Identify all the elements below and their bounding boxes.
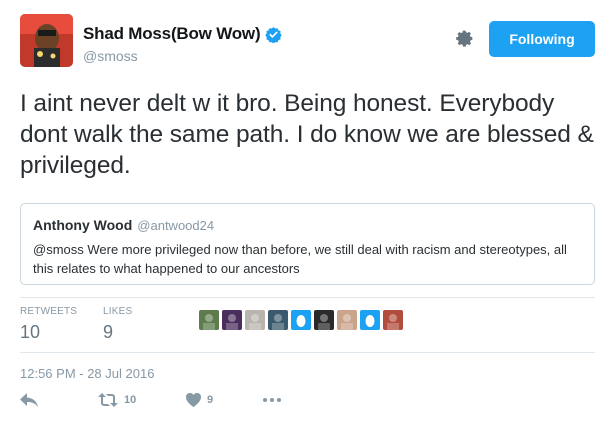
quoted-tweet[interactable]: Anthony Wood @antwood24 @smoss Were more… xyxy=(20,203,595,285)
quoted-tweet-name: Anthony Wood xyxy=(33,217,133,233)
reply-button[interactable] xyxy=(20,393,98,407)
retweets-label: RETWEETS xyxy=(20,306,78,317)
retweets-value: 10 xyxy=(20,322,41,342)
display-name[interactable]: Shad Moss(Bow Wow) xyxy=(83,24,261,44)
heart-icon xyxy=(186,393,201,407)
retweet-icon xyxy=(98,393,118,407)
tweet-text: I aint never delt w it bro. Being honest… xyxy=(20,90,594,179)
liker-avatar-4[interactable] xyxy=(268,310,288,330)
liker-avatar-3[interactable] xyxy=(245,310,265,330)
reply-icon xyxy=(20,393,38,407)
gear-icon[interactable] xyxy=(455,29,475,49)
user-handle[interactable]: @smoss xyxy=(83,48,138,64)
tweet-timestamp[interactable]: 12:56 PM - 28 Jul 2016 xyxy=(20,366,154,381)
tweet-actions: 10 9 xyxy=(20,393,282,407)
likes-stat[interactable]: LIKES 9 xyxy=(103,306,132,343)
egg-avatar-2[interactable] xyxy=(360,310,380,330)
quoted-tweet-text: @smoss Were more privileged now than bef… xyxy=(33,242,567,276)
retweet-button[interactable]: 10 xyxy=(98,393,186,407)
quoted-tweet-handle: @antwood24 xyxy=(137,218,215,233)
liker-avatar-9[interactable] xyxy=(383,310,403,330)
likes-label: LIKES xyxy=(103,306,133,317)
liker-avatar-2[interactable] xyxy=(222,310,242,330)
quoted-tweet-header: Anthony Wood @antwood24 xyxy=(33,217,582,233)
retweets-stat[interactable]: RETWEETS 10 xyxy=(20,306,77,343)
following-button[interactable]: Following xyxy=(489,21,595,57)
divider-bottom xyxy=(20,352,595,353)
like-count: 9 xyxy=(207,394,214,406)
user-name-row[interactable]: Shad Moss(Bow Wow) xyxy=(83,24,283,44)
liker-avatar-1[interactable] xyxy=(199,310,219,330)
more-icon xyxy=(263,398,281,402)
like-button[interactable]: 9 xyxy=(186,393,262,407)
divider-top xyxy=(20,297,595,298)
user-avatar[interactable] xyxy=(20,14,73,67)
liker-avatars xyxy=(199,310,403,330)
liker-avatar-6[interactable] xyxy=(314,310,334,330)
user-avatar-icon xyxy=(20,14,73,67)
liker-avatar-7[interactable] xyxy=(337,310,357,330)
egg-avatar-1[interactable] xyxy=(291,310,311,330)
verified-badge-icon xyxy=(265,26,283,43)
retweet-count: 10 xyxy=(124,394,137,406)
likes-value: 9 xyxy=(103,322,114,342)
more-button[interactable] xyxy=(262,397,282,403)
